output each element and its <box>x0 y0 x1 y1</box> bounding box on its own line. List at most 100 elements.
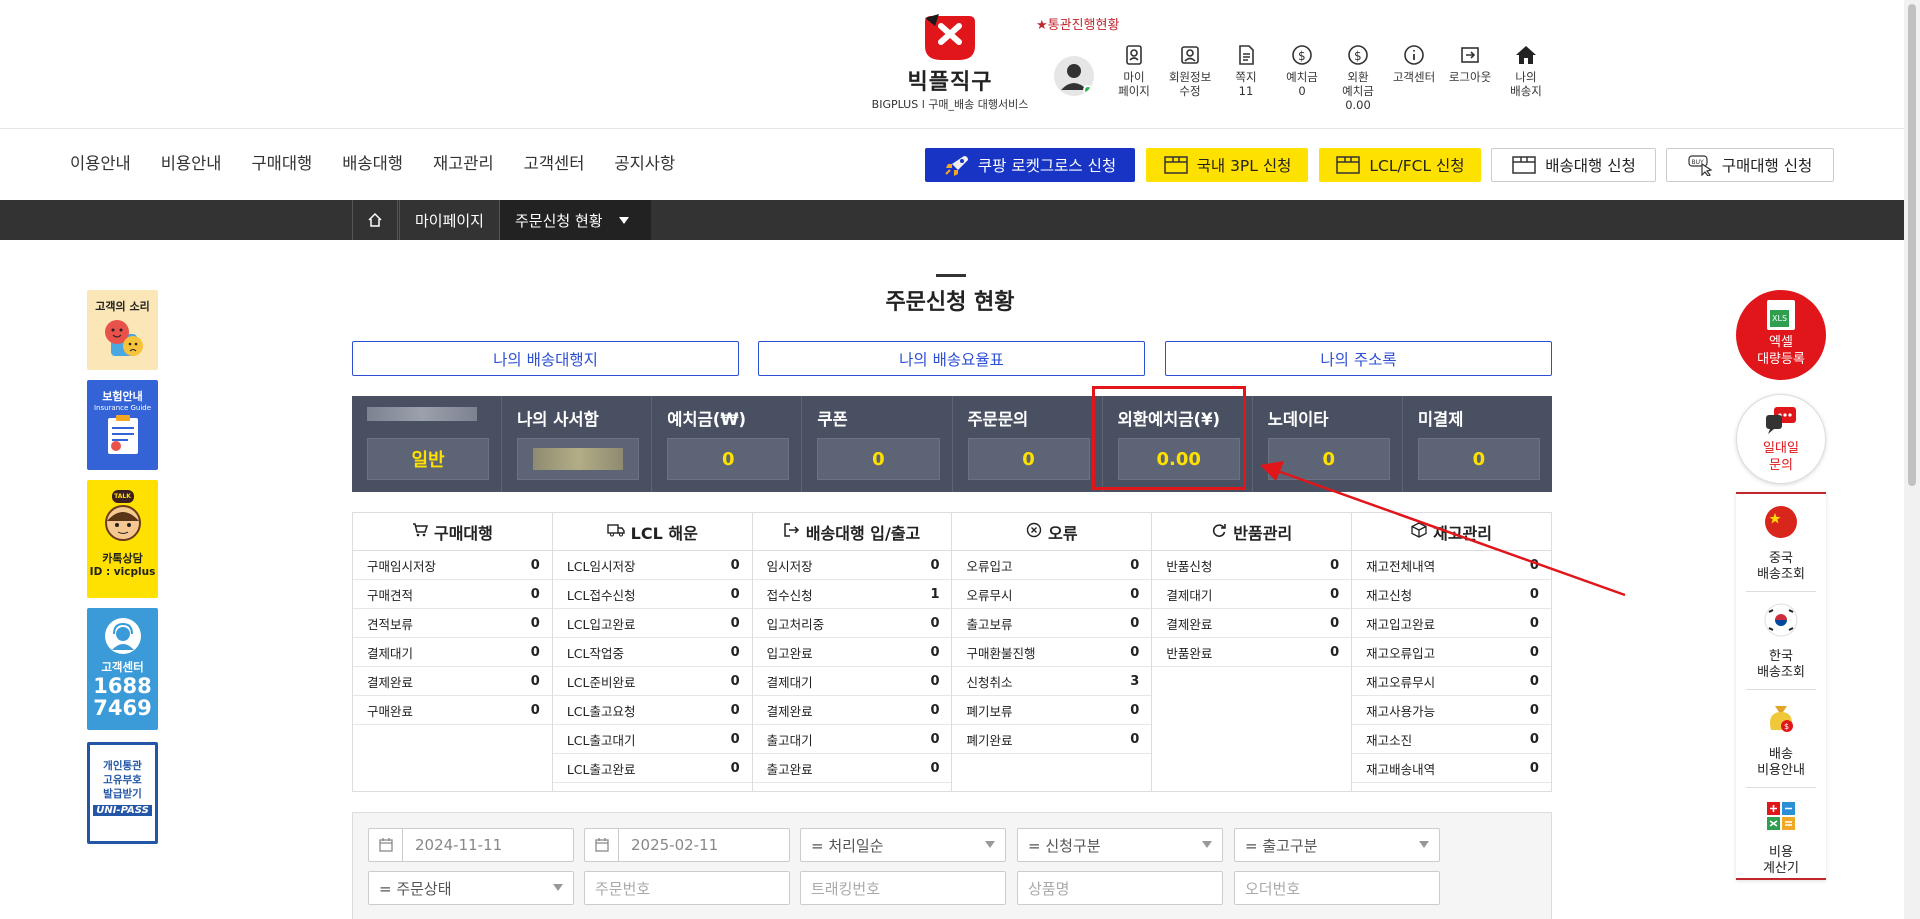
status-row[interactable]: 결제완료 0 <box>752 696 952 725</box>
nav-shipping-agency[interactable]: 배송대행 <box>342 150 403 174</box>
nav-purchase-agency[interactable]: 구매대행 <box>251 150 312 174</box>
status-row[interactable]: 재고소진 0 <box>1352 725 1551 754</box>
brand-logo[interactable]: 빅플직구 BIGPLUS l 구매_배송 대행서비스 <box>870 12 1030 112</box>
one-on-one-inquiry-button[interactable]: 일대일 문의 <box>1736 394 1826 484</box>
status-row-label: 출고보류 <box>966 616 1013 632</box>
breadcrumb-current-dropdown[interactable]: 주문신청 현황 <box>499 200 651 240</box>
status-row[interactable]: 견적보류 0 <box>353 609 552 638</box>
status-row[interactable]: 결제완료 0 <box>353 667 552 696</box>
status-row[interactable]: LCL출고요청 0 <box>552 696 752 725</box>
status-row[interactable]: LCL임시저장 0 <box>552 551 752 580</box>
status-column-purchase: 구매대행 구매임시저장 0 구매견적 0 견적보류 0 결제대기 0 결제완료 0 구매완료 0 <box>353 513 553 791</box>
status-row[interactable]: 반품완료 0 <box>1152 638 1352 667</box>
status-row[interactable]: 출고보류 0 <box>952 609 1152 638</box>
nav-cost-guide[interactable]: 비용안내 <box>161 150 222 174</box>
korea-tracking-link[interactable]: 한국 배송조회 <box>1746 592 1816 690</box>
nav-notice[interactable]: 공지사항 <box>614 150 675 174</box>
status-row[interactable]: 접수신청 1 <box>752 580 952 609</box>
status-row[interactable]: 오류입고 0 <box>952 551 1152 580</box>
status-row[interactable]: LCL출고대기 0 <box>552 725 752 754</box>
status-row-count: 0 <box>730 644 740 660</box>
status-row[interactable]: LCL출고완료 0 <box>552 754 752 783</box>
status-row[interactable]: 재고사용가능 0 <box>1352 696 1551 725</box>
status-row[interactable]: 오류무시 0 <box>952 580 1152 609</box>
header-menu-mypage[interactable]: 마이 페이지 <box>1106 44 1162 112</box>
status-row[interactable]: 출고대기 0 <box>752 725 952 754</box>
header-menu-home[interactable]: 나의 배송지 <box>1498 44 1554 112</box>
shipping-cost-guide-link[interactable]: $ 배송 비용안내 <box>1746 690 1816 788</box>
customs-status-link[interactable]: ★통관진행현황 <box>1036 14 1119 33</box>
purchase-agency-apply-button[interactable]: BUY 구매대행 신청 <box>1666 148 1834 182</box>
status-row[interactable]: 결제대기 0 <box>752 667 952 696</box>
customer-center-banner[interactable]: 고객센터 1688 7469 <box>87 608 158 730</box>
status-row[interactable]: 구매견적 0 <box>353 580 552 609</box>
breadcrumb-home[interactable] <box>352 200 398 240</box>
apply-type-select[interactable]: = 신청구분 <box>1017 828 1223 862</box>
status-row[interactable]: 출고완료 0 <box>752 754 952 783</box>
status-row[interactable]: 입고처리중 0 <box>752 609 952 638</box>
ship-type-select[interactable]: = 출고구분 <box>1234 828 1440 862</box>
stat-coupon-value[interactable]: 0 <box>817 438 940 480</box>
header-menu-message[interactable]: 쪽지 11 <box>1218 44 1274 112</box>
status-row-count: 0 <box>1529 760 1539 776</box>
status-row[interactable]: 결제완료 0 <box>1152 609 1352 638</box>
status-row[interactable]: LCL접수신청 0 <box>552 580 752 609</box>
status-row[interactable]: 임시저장 0 <box>752 551 952 580</box>
nav-customer-center[interactable]: 고객센터 <box>524 150 585 174</box>
product-name-input[interactable]: 상품명 <box>1017 871 1223 905</box>
status-row[interactable]: 구매완료 0 <box>353 696 552 725</box>
header-menu-logout[interactable]: 로그아웃 <box>1442 44 1498 112</box>
order-number-input[interactable]: 주문번호 <box>584 871 790 905</box>
kakao-chat-banner[interactable]: TALK 카톡상담 ID : vicplus <box>87 480 158 598</box>
status-row[interactable]: 구매환불진행 0 <box>952 638 1152 667</box>
status-row[interactable]: 신청취소 3 <box>952 667 1152 696</box>
header-menu-info[interactable]: 고객센터 <box>1386 44 1442 112</box>
status-row[interactable]: 재고입고완료 0 <box>1352 609 1551 638</box>
header-menu-deposit[interactable]: $ 예치금 0 <box>1274 44 1330 112</box>
insurance-guide-banner[interactable]: 보험안내 Insurance Guide <box>87 380 158 470</box>
customer-voice-banner[interactable]: 고객의 소리 <box>87 290 158 370</box>
stat-deposit-value[interactable]: 0 <box>667 438 790 480</box>
status-row[interactable]: 입고완료 0 <box>752 638 952 667</box>
breadcrumb-mypage[interactable]: 마이페이지 <box>399 200 499 240</box>
status-row[interactable]: 폐기보류 0 <box>952 696 1152 725</box>
order-status-select[interactable]: = 주문상태 <box>368 871 574 905</box>
tracking-number-input[interactable]: 트래킹번호 <box>800 871 1006 905</box>
header-menu-fx-deposit[interactable]: $ 외환 예치금 0.00 <box>1330 44 1386 112</box>
status-row-count: 1 <box>930 586 940 602</box>
avatar[interactable] <box>1054 56 1094 96</box>
nav-usage-guide[interactable]: 이용안내 <box>70 150 131 174</box>
date-to-field[interactable]: 2025-02-11 <box>584 828 790 862</box>
nav-inventory[interactable]: 재고관리 <box>433 150 494 174</box>
excel-bulk-upload-button[interactable]: XLS 엑셀 대량등록 <box>1736 290 1826 380</box>
my-shipping-address-button[interactable]: 나의 배송대행지 <box>352 341 739 376</box>
status-row[interactable]: 구매임시저장 0 <box>353 551 552 580</box>
cs-label: 고객센터 <box>101 660 144 674</box>
domestic-3pl-button[interactable]: 국내 3PL 신청 <box>1146 148 1308 182</box>
scrollbar-thumb[interactable] <box>1908 4 1916 486</box>
status-row[interactable]: 폐기완료 0 <box>952 725 1152 754</box>
status-row[interactable]: 결제대기 0 <box>353 638 552 667</box>
stat-mailbox-value[interactable] <box>517 438 640 480</box>
shipping-agency-apply-button[interactable]: 배송대행 신청 <box>1491 148 1656 182</box>
status-row[interactable]: 재고오류무시 0 <box>1352 667 1551 696</box>
unipass-banner[interactable]: 개인통관 고유부호 발급받기 UNI-PASS <box>87 742 158 844</box>
lcl-fcl-button[interactable]: LCL/FCL 신청 <box>1319 148 1481 182</box>
status-row[interactable]: 재고오류입고 0 <box>1352 638 1551 667</box>
stat-order-inquiry-value[interactable]: 0 <box>967 438 1090 480</box>
order-ref-input[interactable]: 오더번호 <box>1234 871 1440 905</box>
cost-calculator-link[interactable]: 비용 계산기 <box>1746 788 1816 885</box>
header-menu-member-edit[interactable]: 회원정보 수정 <box>1162 44 1218 112</box>
china-tracking-link[interactable]: 중국 배송조회 <box>1746 494 1816 592</box>
mypage-icon <box>1123 44 1145 66</box>
status-row[interactable]: LCL준비완료 0 <box>552 667 752 696</box>
status-row[interactable]: LCL작업중 0 <box>552 638 752 667</box>
my-shipping-rate-button[interactable]: 나의 배송요율표 <box>758 341 1145 376</box>
status-row[interactable]: LCL입고완료 0 <box>552 609 752 638</box>
sort-select[interactable]: = 처리일순 <box>800 828 1006 862</box>
status-row[interactable]: 재고배송내역 0 <box>1352 754 1551 783</box>
date-from-field[interactable]: 2024-11-11 <box>368 828 574 862</box>
my-address-book-button[interactable]: 나의 주소록 <box>1165 341 1552 376</box>
message-icon <box>1235 44 1257 66</box>
coupang-rocket-growth-button[interactable]: 쿠팡 로켓그로스 신청 <box>925 148 1135 182</box>
